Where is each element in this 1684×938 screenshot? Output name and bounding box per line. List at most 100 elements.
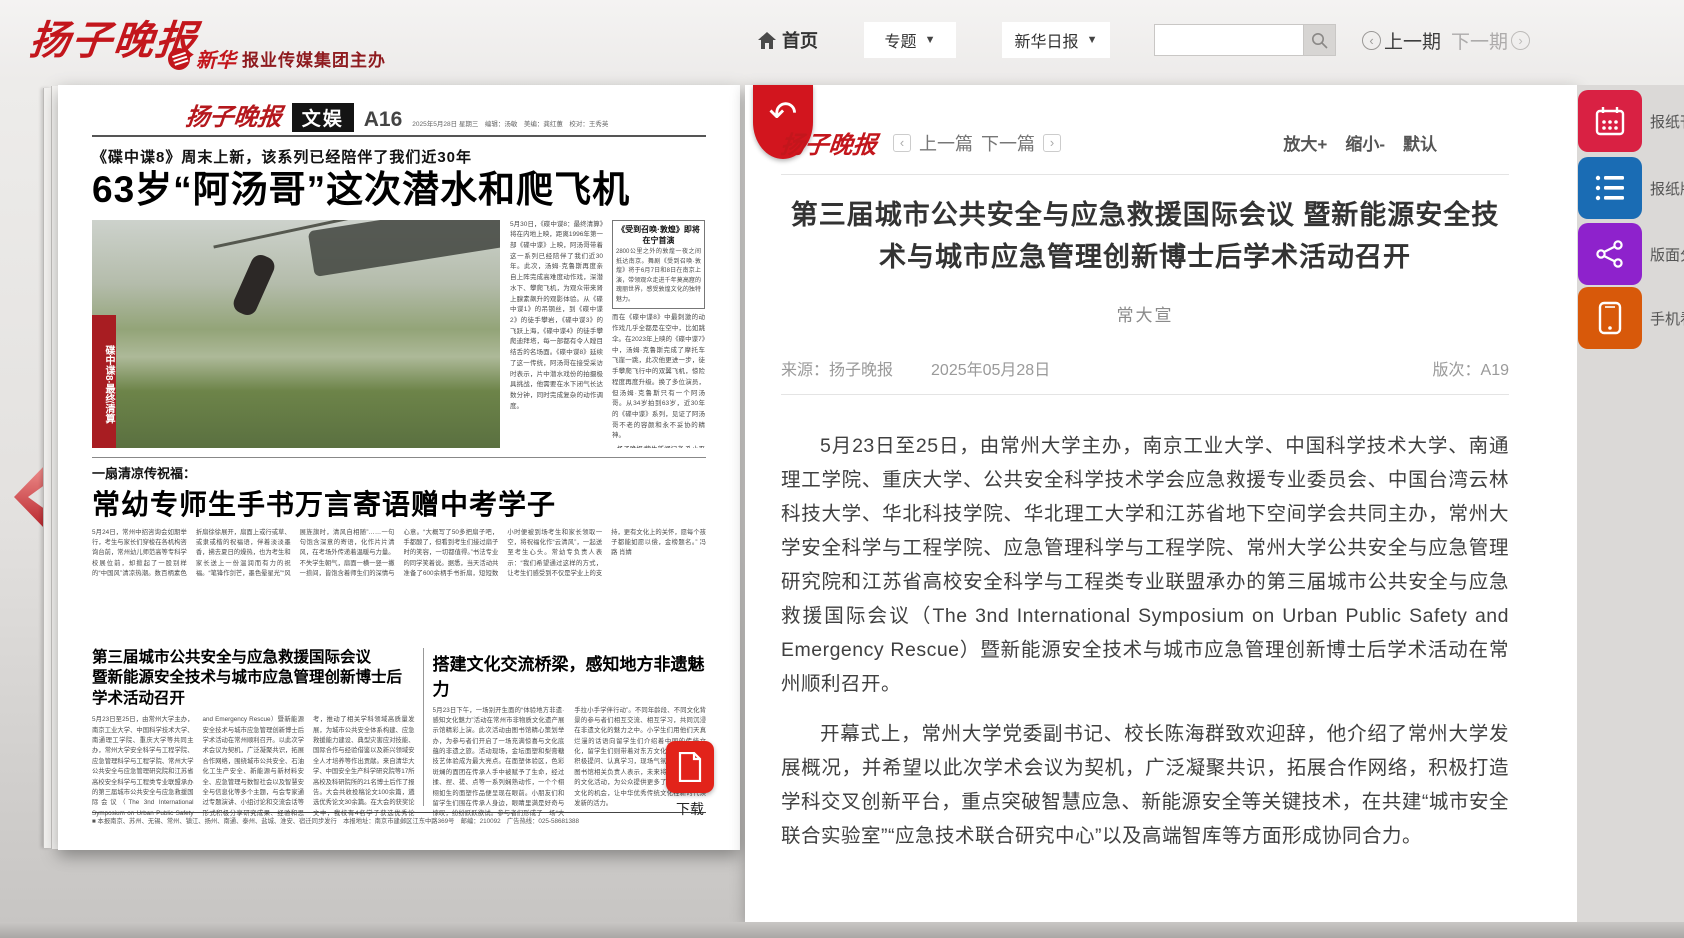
search-icon: [1311, 32, 1328, 49]
article1-col1: 5月30日，《碟中谍8：最终清算》将在内地上映，距离1996年第一部《碟中谍》上…: [510, 220, 603, 448]
xinhua-group-logo-icon: [168, 48, 190, 70]
rail-label-share[interactable]: 版面分享: [1650, 244, 1684, 265]
issue-navigation: ‹ 上一期 下一期 ›: [1362, 27, 1530, 54]
zoom-in-button[interactable]: 放大+: [1283, 130, 1327, 155]
article-navigation: ‹ 上一篇 下一篇 ›: [893, 130, 1061, 156]
share-icon: [1595, 239, 1625, 269]
section-badge: 文娱: [292, 103, 354, 132]
article1-photo: 碟中谍8·最终清算: [92, 220, 500, 448]
boxed-item: 《受到召唤·敦煌》即将在宁首演 2800公里之外的敦煌一夜之间抵达南京。舞剧《受…: [612, 220, 705, 310]
article1-byline: 扬子晚报/紫牛新闻记者 孔小平: [612, 445, 705, 447]
reader-content: 扬子晚报 ‹ 上一篇 下一篇 › 放大+ 缩小- 默认 第三届城市公共安全与应急…: [745, 85, 1577, 853]
chevron-down-icon: ▼: [1087, 34, 1098, 46]
pdf-download-button[interactable]: [666, 741, 714, 793]
sponsor-text: 报业传媒集团主办: [242, 46, 386, 71]
side-toolbar: 报纸刊期 报纸版面 版面分享: [1577, 85, 1684, 922]
calendar-icon: [1594, 105, 1626, 137]
article-meta: 来源：扬子晚报 2025年05月28日 版次：A19: [781, 356, 1509, 380]
prev-issue-button[interactable]: ‹ 上一期: [1362, 27, 1441, 54]
source-label: 来源：扬子晚报: [781, 356, 893, 380]
article1-columns: 5月30日，《碟中谍8：最终清算》将在内地上映，距离1996年第一部《碟中谍》上…: [510, 220, 706, 448]
home-icon: [758, 32, 776, 49]
circle-prev-icon: ‹: [1362, 31, 1381, 50]
movie-poster-strip: 碟中谍8·最终清算: [92, 315, 116, 447]
article3-headline-line2: 暨新能源安全技术与城市应急管理创新博士后学术活动召开: [92, 668, 415, 710]
article1-col2: 《受到召唤·敦煌》即将在宁首演 2800公里之外的敦煌一夜之间抵达南京。舞剧《受…: [612, 220, 705, 448]
rail-label-pages[interactable]: 报纸版面: [1650, 178, 1684, 199]
pdf-file-icon: [677, 752, 703, 782]
next-issue-button[interactable]: 下一期 ›: [1451, 27, 1530, 54]
list-icon: [1594, 173, 1626, 203]
share-button[interactable]: [1578, 223, 1642, 285]
topics-label: 专题: [885, 28, 917, 52]
search-button[interactable]: [1304, 24, 1336, 56]
article-title: 第三届城市公共安全与应急救援国际会议 暨新能源安全技术与城市应急管理创新博士后学…: [781, 195, 1509, 279]
paper-select-dropdown[interactable]: 新华日报 ▼: [1002, 22, 1110, 58]
search-area: [1154, 24, 1336, 56]
stuntman-figure: [230, 251, 277, 317]
article-reader-panel: ↶ 扬子晚报 ‹ 上一篇 下一篇 › 放大+ 缩小- 默认 第三届城市公共安全与…: [745, 85, 1577, 922]
bottom-shadow-band: [0, 922, 1684, 938]
article2-headline: 常幼专师生手书万言寄语赠中考学子: [92, 483, 706, 523]
zoom-default-button[interactable]: 默认: [1403, 130, 1437, 155]
nav-home-label: 首页: [782, 27, 818, 53]
reader-toolbar: 扬子晚报 ‹ 上一篇 下一篇 › 放大+ 缩小- 默认: [781, 125, 1509, 160]
newspaper-page[interactable]: 扬子晚报 文娱 A16 2025年5月28日 星期三 编辑：汤敏 美编：龚红蕙 …: [58, 85, 740, 850]
mobile-button[interactable]: [1578, 287, 1642, 349]
calendar-button[interactable]: [1578, 90, 1642, 152]
prev-article-icon[interactable]: ‹: [893, 134, 911, 152]
article1-headline: 63岁“阿汤哥”这次潜水和爬飞机: [92, 169, 706, 212]
reader-logo: 扬子晚报: [779, 125, 879, 160]
sponsor-script: 新华: [196, 44, 236, 73]
rail-label-issues[interactable]: 报纸刊期: [1650, 111, 1684, 132]
next-article-icon[interactable]: ›: [1043, 134, 1061, 152]
article2-kicker: 一扇清凉传祝福：: [92, 463, 706, 482]
rail-item-pages: 报纸版面: [1578, 157, 1684, 219]
rail-label-mobile[interactable]: 手机看报: [1650, 308, 1684, 329]
prev-article-button[interactable]: 上一篇: [919, 130, 973, 156]
article3-headline-line1: 第三届城市公共安全与应急救援国际会议: [92, 648, 415, 669]
phone-icon: [1598, 301, 1622, 335]
pdf-download: 下载: [662, 741, 718, 819]
boxed-item-text: 2800公里之外的敦煌一夜之间抵达南京。舞剧《受到召唤·敦煌》将于6月7日和8日…: [616, 248, 701, 306]
rail-item-issues: 报纸刊期: [1578, 90, 1684, 152]
article4-headline: 搭建文化交流桥梁，感知地方非遗魅力: [433, 650, 706, 700]
next-article-button[interactable]: 下一篇: [981, 130, 1035, 156]
boxed-item-title: 《受到召唤·敦煌》即将在宁首演: [616, 224, 701, 246]
newspaper-logo: 扬子晚报: [184, 97, 284, 132]
divider: [781, 394, 1509, 395]
sponsor-line: 新华 报业传媒集团主办: [168, 44, 386, 73]
text-zoom-controls: 放大+ 缩小- 默认: [1283, 130, 1437, 155]
chevron-down-icon: ▼: [925, 34, 936, 46]
top-navigation: 首页 专题 ▼ 新华日报 ▼ ‹: [758, 22, 1530, 58]
article1-body: 碟中谍8·最终清算 5月30日，《碟中谍8：最终清算》将在内地上映，距离1996…: [92, 220, 706, 448]
circle-next-icon: ›: [1511, 31, 1530, 50]
top-header: 扬子晚报 新华 报业传媒集团主办 首页 专题 ▼ 新华日报 ▼: [0, 0, 1684, 80]
plane-shape: [308, 220, 500, 277]
search-input[interactable]: [1154, 24, 1304, 56]
paragraph: 5月23日至25日，由常州大学主办，南京工业大学、中国科学技术大学、南通理工学院…: [781, 429, 1509, 701]
app-stage: 扬子晚报 新华 报业传媒集团主办 首页 专题 ▼ 新华日报 ▼: [0, 0, 1684, 938]
rail-item-share: 版面分享: [1578, 223, 1684, 285]
article-author: 常大宣: [781, 301, 1509, 326]
topics-dropdown[interactable]: 专题 ▼: [864, 22, 956, 58]
newspaper-masthead: 扬子晚报 文娱 A16 2025年5月28日 星期三 编辑：汤敏 美编：龚红蕙 …: [92, 97, 706, 137]
page-label: 版次：A19: [1433, 356, 1509, 380]
article2-text: 5月24日，常州中招咨询会如期举行，考生与家长们穿梭在各机构咨询台前，常州幼儿师…: [92, 528, 706, 640]
download-label[interactable]: 下载: [662, 799, 718, 819]
zoom-out-button[interactable]: 缩小-: [1345, 130, 1385, 155]
article-body: 5月23日至25日，由常州大学主办，南京工业大学、中国科学技术大学、南通理工学院…: [781, 429, 1509, 853]
nav-home[interactable]: 首页: [758, 27, 818, 53]
article3-text: 5月23日至25日，由常州大学主办，南京工业大学、中国科学技术大学、南通理工学院…: [92, 715, 415, 827]
page-list-button[interactable]: [1578, 157, 1642, 219]
masthead-dateline: 2025年5月28日 星期三 编辑：汤敏 美编：龚红蕙 校对：王秀英: [412, 121, 612, 132]
article2: 一扇清凉传祝福： 常幼专师生手书万言寄语赠中考学子 5月24日，常州中招咨询会如…: [92, 457, 706, 640]
article1-kicker: 《碟中谍8》周末上新，该系列已经陪伴了我们近30年: [92, 146, 706, 167]
rail-item-mobile: 手机看报: [1578, 287, 1684, 349]
page-stack-edge: [43, 88, 51, 848]
divider: [781, 174, 1509, 175]
bottom-articles: 第三届城市公共安全与应急救援国际会议 暨新能源安全技术与城市应急管理创新博士后学…: [92, 648, 706, 806]
publish-date: 2025年05月28日: [931, 356, 1050, 380]
paragraph: 开幕式上，常州大学党委副书记、校长陈海群致欢迎辞，他介绍了常州大学发展概况，并希…: [781, 717, 1509, 853]
page-number: A16: [364, 108, 403, 132]
